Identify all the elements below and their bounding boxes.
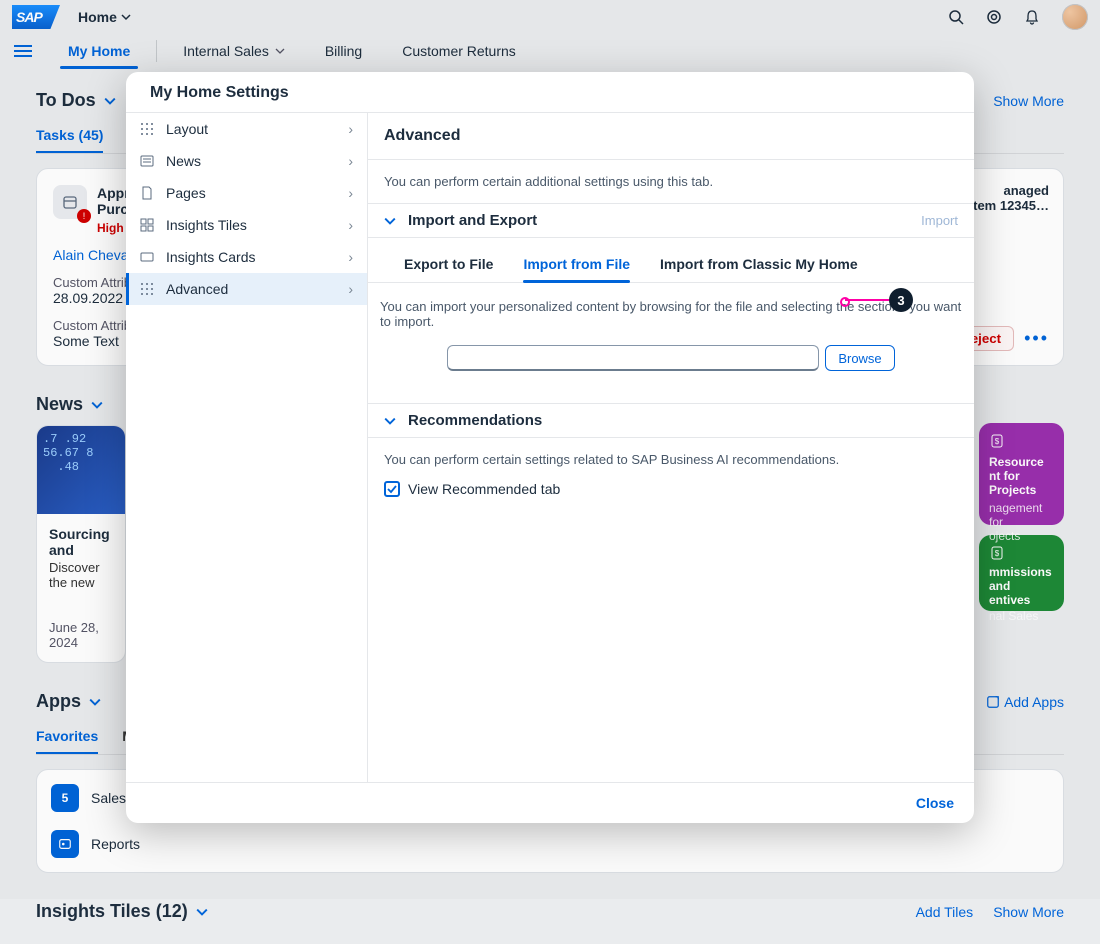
side-item-label: News <box>166 153 201 169</box>
dialog-title: My Home Settings <box>126 72 974 112</box>
side-item-label: Insights Tiles <box>166 217 247 233</box>
browse-button[interactable]: Browse <box>825 345 894 371</box>
side-item-label: Layout <box>166 121 208 137</box>
tab-import-classic[interactable]: Import from Classic My Home <box>660 246 858 282</box>
annotation-number: 3 <box>889 288 913 312</box>
tiles-icon <box>140 218 156 232</box>
panel-import-export-header[interactable]: Import and Export Import <box>368 203 974 238</box>
chevron-right-icon: › <box>348 121 353 137</box>
dialog-side-nav: Layout › News › Pages › Insights Tiles › <box>126 113 368 782</box>
tab-export-to-file[interactable]: Export to File <box>404 246 493 282</box>
side-item-label: Insights Cards <box>166 249 255 265</box>
cards-icon <box>140 250 156 264</box>
chevron-right-icon: › <box>348 281 353 297</box>
news-icon <box>140 154 156 168</box>
side-item-news[interactable]: News › <box>126 145 367 177</box>
annotation-callout-3: 3 <box>845 288 913 312</box>
recommendations-desc: You can perform certain settings related… <box>368 438 974 481</box>
side-item-label: Advanced <box>166 281 228 297</box>
dialog-main: Advanced You can perform certain additio… <box>368 113 974 782</box>
side-item-label: Pages <box>166 185 206 201</box>
side-item-insights-tiles[interactable]: Insights Tiles › <box>126 209 367 241</box>
checkbox-checked-icon[interactable] <box>384 481 400 497</box>
close-button[interactable]: Close <box>916 795 954 811</box>
chevron-down-icon <box>384 215 396 227</box>
section-insights-tiles-title: Insights Tiles (12) <box>36 901 208 922</box>
checkbox-label: View Recommended tab <box>408 481 560 497</box>
insights-tiles-title-text: Insights Tiles (12) <box>36 901 188 922</box>
import-action: Import <box>921 213 958 228</box>
grid-icon <box>140 282 156 296</box>
chevron-right-icon: › <box>348 185 353 201</box>
page-icon <box>140 186 156 200</box>
side-item-advanced[interactable]: Advanced › <box>126 273 367 305</box>
my-home-settings-dialog: My Home Settings Layout › News › Pages › <box>126 72 974 823</box>
side-item-pages[interactable]: Pages › <box>126 177 367 209</box>
chevron-right-icon: › <box>348 217 353 233</box>
grid-icon <box>140 122 156 136</box>
side-item-layout[interactable]: Layout › <box>126 113 367 145</box>
advanced-desc: You can perform certain additional setti… <box>368 160 974 203</box>
annotation-line <box>845 299 889 301</box>
modal-overlay: My Home Settings Layout › News › Pages › <box>0 0 1100 899</box>
chevron-right-icon: › <box>348 249 353 265</box>
side-item-insights-cards[interactable]: Insights Cards › <box>126 241 367 273</box>
chevron-down-icon[interactable] <box>196 906 208 918</box>
chevron-down-icon <box>384 415 396 427</box>
advanced-title: Advanced <box>384 127 958 145</box>
add-tiles-link[interactable]: Add Tiles <box>916 904 974 920</box>
insights-show-more[interactable]: Show More <box>993 904 1064 920</box>
tab-import-from-file[interactable]: Import from File <box>523 246 630 282</box>
chevron-right-icon: › <box>348 153 353 169</box>
panel-recommendations-header[interactable]: Recommendations <box>368 403 974 438</box>
import-file-input[interactable] <box>447 345 819 371</box>
view-recommended-checkbox-row[interactable]: View Recommended tab <box>368 481 974 513</box>
panel-import-export-title: Import and Export <box>408 212 537 229</box>
panel-recommendations-title: Recommendations <box>408 412 542 429</box>
